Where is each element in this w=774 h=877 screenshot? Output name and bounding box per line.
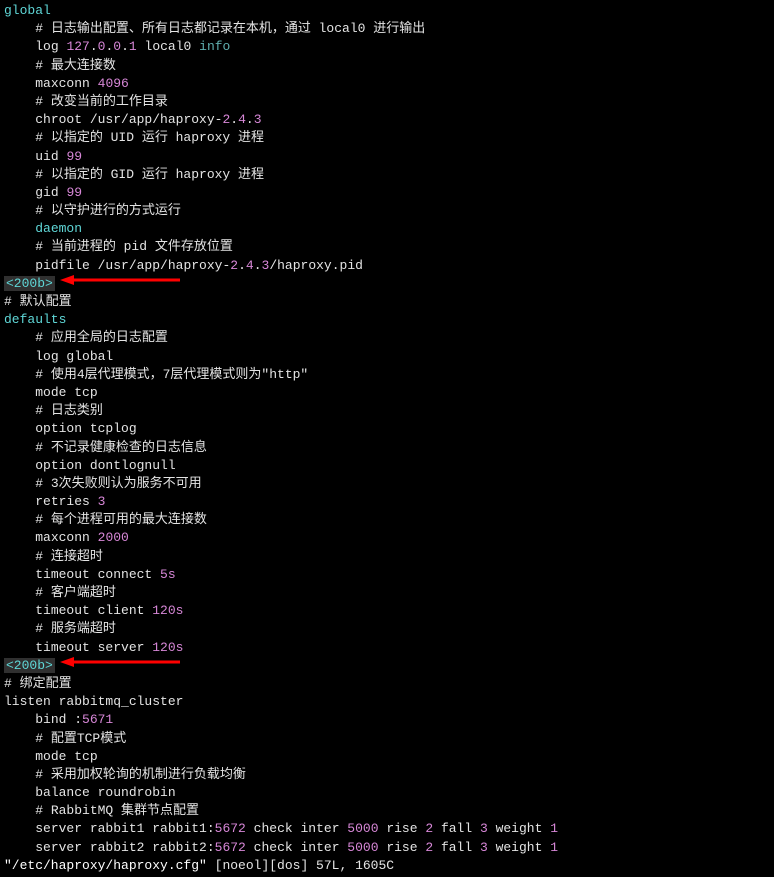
code-line: mode tcp bbox=[4, 748, 770, 766]
zero-width-space-marker: <200b> bbox=[4, 658, 55, 673]
code-line: uid 99 bbox=[4, 148, 770, 166]
code-line: # 使用4层代理模式，7层代理模式则为"http" bbox=[4, 366, 770, 384]
code-line: # 日志类别 bbox=[4, 402, 770, 420]
code-line: server rabbit1 rabbit1:5672 check inter … bbox=[4, 820, 770, 838]
code-line: # 最大连接数 bbox=[4, 57, 770, 75]
vim-status-line: "/etc/haproxy/haproxy.cfg" [noeol][dos] … bbox=[4, 857, 770, 875]
code-line: mode tcp bbox=[4, 384, 770, 402]
code-line: gid 99 bbox=[4, 184, 770, 202]
code-line: listen rabbitmq_cluster bbox=[4, 693, 770, 711]
code-line: log 127.0.0.1 local0 info bbox=[4, 38, 770, 56]
code-line: balance roundrobin bbox=[4, 784, 770, 802]
code-line: # 以指定的 UID 运行 haproxy 进程 bbox=[4, 129, 770, 147]
code-line: # 配置TCP模式 bbox=[4, 730, 770, 748]
code-line: <200b> bbox=[4, 275, 770, 293]
code-line: # 以守护进行的方式运行 bbox=[4, 202, 770, 220]
code-line: <200b> bbox=[4, 657, 770, 675]
code-line: # 应用全局的日志配置 bbox=[4, 329, 770, 347]
code-line: option tcplog bbox=[4, 420, 770, 438]
code-line: # RabbitMQ 集群节点配置 bbox=[4, 802, 770, 820]
code-line: pidfile /usr/app/haproxy-2.4.3/haproxy.p… bbox=[4, 257, 770, 275]
code-line: # 每个进程可用的最大连接数 bbox=[4, 511, 770, 529]
code-editor-content: global # 日志输出配置、所有日志都记录在本机，通过 local0 进行输… bbox=[4, 2, 770, 857]
code-line: # 3次失败则认为服务不可用 bbox=[4, 475, 770, 493]
code-line: # 改变当前的工作目录 bbox=[4, 93, 770, 111]
code-line: maxconn 2000 bbox=[4, 529, 770, 547]
code-line: daemon bbox=[4, 220, 770, 238]
code-line: # 连接超时 bbox=[4, 548, 770, 566]
code-line: timeout server 120s bbox=[4, 639, 770, 657]
code-line: timeout connect 5s bbox=[4, 566, 770, 584]
code-line: # 当前进程的 pid 文件存放位置 bbox=[4, 238, 770, 256]
code-line: # 默认配置 bbox=[4, 293, 770, 311]
code-line: # 采用加权轮询的机制进行负载均衡 bbox=[4, 766, 770, 784]
code-line: global bbox=[4, 2, 770, 20]
code-line: # 以指定的 GID 运行 haproxy 进程 bbox=[4, 166, 770, 184]
code-line: # 客户端超时 bbox=[4, 584, 770, 602]
code-line: # 不记录健康检查的日志信息 bbox=[4, 439, 770, 457]
code-line: defaults bbox=[4, 311, 770, 329]
zero-width-space-marker: <200b> bbox=[4, 276, 55, 291]
code-line: option dontlognull bbox=[4, 457, 770, 475]
code-line: log global bbox=[4, 348, 770, 366]
code-line: # 服务端超时 bbox=[4, 620, 770, 638]
code-line: chroot /usr/app/haproxy-2.4.3 bbox=[4, 111, 770, 129]
code-line: # 日志输出配置、所有日志都记录在本机，通过 local0 进行输出 bbox=[4, 20, 770, 38]
code-line: retries 3 bbox=[4, 493, 770, 511]
code-line: timeout client 120s bbox=[4, 602, 770, 620]
code-line: # 绑定配置 bbox=[4, 675, 770, 693]
code-line: bind :5671 bbox=[4, 711, 770, 729]
code-line: server rabbit2 rabbit2:5672 check inter … bbox=[4, 839, 770, 857]
code-line: maxconn 4096 bbox=[4, 75, 770, 93]
